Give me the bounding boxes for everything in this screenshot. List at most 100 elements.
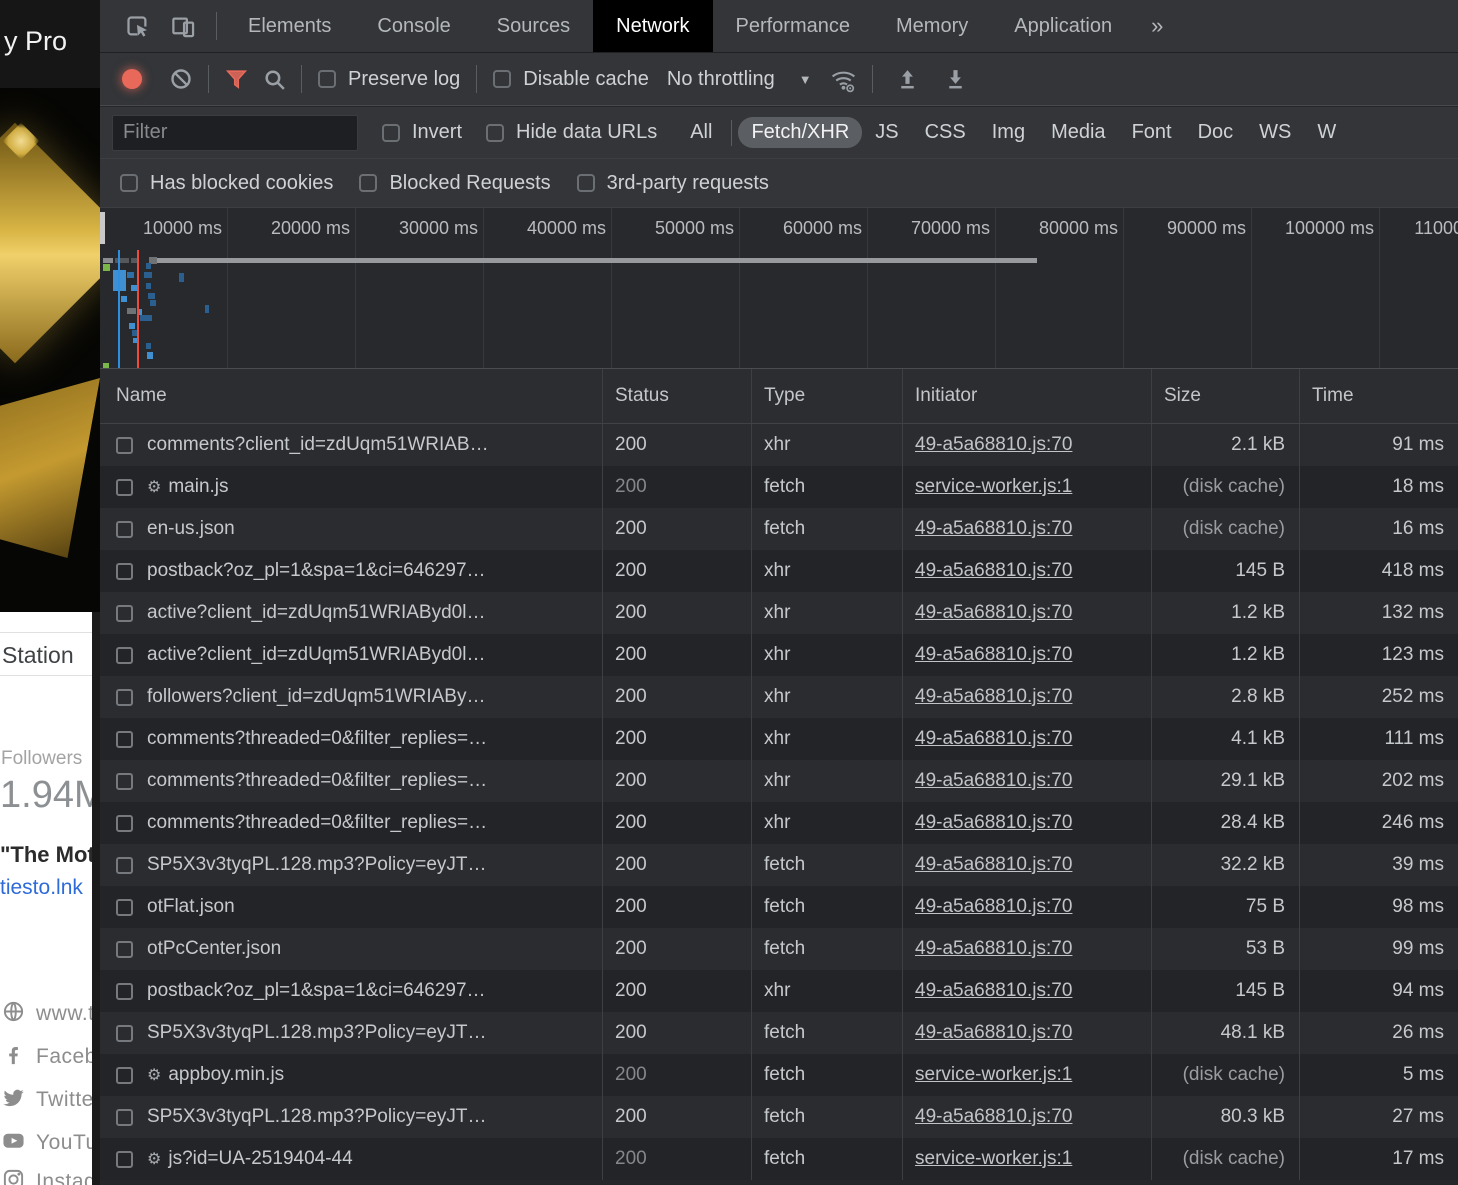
row-checkbox[interactable] bbox=[116, 731, 133, 748]
clear-icon[interactable] bbox=[162, 60, 200, 98]
disable-cache-checkbox[interactable] bbox=[493, 70, 511, 88]
search-icon[interactable] bbox=[255, 60, 293, 98]
table-row[interactable]: SP5X3v3tyqPL.128.mp3?Policy=eyJT…200fetc… bbox=[100, 1096, 1458, 1138]
row-checkbox[interactable] bbox=[116, 899, 133, 916]
overview-drag-handle[interactable] bbox=[100, 212, 105, 244]
filter-pill-ws[interactable]: WS bbox=[1246, 117, 1304, 148]
column-header-size[interactable]: Size bbox=[1152, 369, 1300, 423]
social-link-facebook[interactable]: Faceb bbox=[2, 1043, 92, 1071]
social-link-youtube[interactable]: YouTu bbox=[2, 1129, 92, 1157]
initiator-link[interactable]: 49-a5a68810.js:70 bbox=[915, 770, 1072, 792]
preserve-log-checkbox[interactable] bbox=[318, 70, 336, 88]
table-row[interactable]: followers?client_id=zdUqm51WRIABy…200xhr… bbox=[100, 676, 1458, 718]
bio-link[interactable]: tiesto.lnk bbox=[0, 876, 83, 900]
filter-pill-img[interactable]: Img bbox=[979, 117, 1038, 148]
initiator-link[interactable]: 49-a5a68810.js:70 bbox=[915, 812, 1072, 834]
has-blocked-cookies-checkbox[interactable] bbox=[120, 174, 138, 192]
table-row[interactable]: ⚙appboy.min.js200fetchservice-worker.js:… bbox=[100, 1054, 1458, 1096]
hide-data-urls-checkbox[interactable] bbox=[486, 124, 504, 142]
table-row[interactable]: ⚙js?id=UA-2519404-44200fetchservice-work… bbox=[100, 1138, 1458, 1180]
filter-pill-font[interactable]: Font bbox=[1119, 117, 1185, 148]
throttling-select[interactable]: No throttling ▼ bbox=[667, 68, 812, 91]
tab-performance[interactable]: Performance bbox=[713, 0, 874, 52]
column-header-status[interactable]: Status bbox=[603, 369, 752, 423]
initiator-link[interactable]: service-worker.js:1 bbox=[915, 1064, 1072, 1086]
station-tab[interactable]: Station bbox=[0, 632, 92, 676]
table-row[interactable]: postback?oz_pl=1&spa=1&ci=646297…200xhr4… bbox=[100, 970, 1458, 1012]
inspect-element-icon[interactable] bbox=[118, 7, 156, 45]
initiator-link[interactable]: 49-a5a68810.js:70 bbox=[915, 1022, 1072, 1044]
more-tabs-button[interactable]: » bbox=[1135, 0, 1179, 52]
column-header-initiator[interactable]: Initiator bbox=[903, 369, 1152, 423]
table-row[interactable]: otPcCenter.json200fetch49-a5a68810.js:70… bbox=[100, 928, 1458, 970]
blocked-requests-checkbox[interactable] bbox=[359, 174, 377, 192]
row-checkbox[interactable] bbox=[116, 773, 133, 790]
table-row[interactable]: SP5X3v3tyqPL.128.mp3?Policy=eyJT…200fetc… bbox=[100, 844, 1458, 886]
table-row[interactable]: comments?client_id=zdUqm51WRIAB…200xhr49… bbox=[100, 424, 1458, 466]
table-row[interactable]: postback?oz_pl=1&spa=1&ci=646297…200xhr4… bbox=[100, 550, 1458, 592]
device-toolbar-icon[interactable] bbox=[164, 7, 202, 45]
initiator-link[interactable]: 49-a5a68810.js:70 bbox=[915, 644, 1072, 666]
initiator-link[interactable]: 49-a5a68810.js:70 bbox=[915, 434, 1072, 456]
filter-pill-media[interactable]: Media bbox=[1038, 117, 1118, 148]
tab-console[interactable]: Console bbox=[354, 0, 473, 52]
3rd-party-requests-checkbox[interactable] bbox=[577, 174, 595, 192]
column-header-name[interactable]: Name bbox=[100, 369, 603, 423]
row-checkbox[interactable] bbox=[116, 1151, 133, 1168]
table-row[interactable]: comments?threaded=0&filter_replies=…200x… bbox=[100, 718, 1458, 760]
table-row[interactable]: SP5X3v3tyqPL.128.mp3?Policy=eyJT…200fetc… bbox=[100, 1012, 1458, 1054]
network-overview-timeline[interactable]: 10000 ms20000 ms30000 ms40000 ms50000 ms… bbox=[100, 208, 1458, 368]
tab-network[interactable]: Network bbox=[593, 0, 712, 52]
filter-pill-doc[interactable]: Doc bbox=[1185, 117, 1247, 148]
filter-pill-w[interactable]: W bbox=[1304, 117, 1349, 148]
row-checkbox[interactable] bbox=[116, 521, 133, 538]
tab-application[interactable]: Application bbox=[991, 0, 1135, 52]
table-row[interactable]: comments?threaded=0&filter_replies=…200x… bbox=[100, 802, 1458, 844]
tab-memory[interactable]: Memory bbox=[873, 0, 991, 52]
initiator-link[interactable]: 49-a5a68810.js:70 bbox=[915, 602, 1072, 624]
table-row[interactable]: otFlat.json200fetch49-a5a68810.js:7075 B… bbox=[100, 886, 1458, 928]
initiator-link[interactable]: 49-a5a68810.js:70 bbox=[915, 854, 1072, 876]
invert-checkbox[interactable] bbox=[382, 124, 400, 142]
initiator-link[interactable]: service-worker.js:1 bbox=[915, 1148, 1072, 1170]
filter-icon[interactable] bbox=[217, 60, 255, 98]
row-checkbox[interactable] bbox=[116, 1067, 133, 1084]
initiator-link[interactable]: service-worker.js:1 bbox=[915, 476, 1072, 498]
initiator-link[interactable]: 49-a5a68810.js:70 bbox=[915, 896, 1072, 918]
row-checkbox[interactable] bbox=[116, 815, 133, 832]
initiator-link[interactable]: 49-a5a68810.js:70 bbox=[915, 728, 1072, 750]
table-row[interactable]: en-us.json200fetch49-a5a68810.js:70(disk… bbox=[100, 508, 1458, 550]
filter-input[interactable] bbox=[112, 115, 358, 151]
initiator-link[interactable]: 49-a5a68810.js:70 bbox=[915, 560, 1072, 582]
row-checkbox[interactable] bbox=[116, 941, 133, 958]
social-link-globe[interactable]: www.t bbox=[2, 1000, 92, 1028]
row-checkbox[interactable] bbox=[116, 983, 133, 1000]
row-checkbox[interactable] bbox=[116, 563, 133, 580]
column-header-time[interactable]: Time bbox=[1300, 369, 1458, 423]
row-checkbox[interactable] bbox=[116, 1025, 133, 1042]
row-checkbox[interactable] bbox=[116, 647, 133, 664]
network-conditions-icon[interactable] bbox=[826, 60, 864, 98]
row-checkbox[interactable] bbox=[116, 857, 133, 874]
filter-pill-css[interactable]: CSS bbox=[912, 117, 979, 148]
table-row[interactable]: active?client_id=zdUqm51WRIAByd0l…200xhr… bbox=[100, 592, 1458, 634]
initiator-link[interactable]: 49-a5a68810.js:70 bbox=[915, 938, 1072, 960]
initiator-link[interactable]: 49-a5a68810.js:70 bbox=[915, 686, 1072, 708]
social-link-twitter[interactable]: Twitte bbox=[2, 1086, 92, 1114]
row-checkbox[interactable] bbox=[116, 1109, 133, 1126]
row-checkbox[interactable] bbox=[116, 605, 133, 622]
initiator-link[interactable]: 49-a5a68810.js:70 bbox=[915, 980, 1072, 1002]
import-har-icon[interactable] bbox=[889, 60, 927, 98]
filter-pill-all[interactable]: All bbox=[677, 117, 725, 148]
column-header-type[interactable]: Type bbox=[752, 369, 903, 423]
table-row[interactable]: comments?threaded=0&filter_replies=…200x… bbox=[100, 760, 1458, 802]
social-link-instagram[interactable]: Instag bbox=[2, 1168, 92, 1185]
initiator-link[interactable]: 49-a5a68810.js:70 bbox=[915, 1106, 1072, 1128]
filter-pill-js[interactable]: JS bbox=[862, 117, 911, 148]
export-har-icon[interactable] bbox=[937, 60, 975, 98]
row-checkbox[interactable] bbox=[116, 689, 133, 706]
record-button[interactable] bbox=[122, 69, 142, 89]
filter-pill-fetch-xhr[interactable]: Fetch/XHR bbox=[738, 117, 862, 148]
initiator-link[interactable]: 49-a5a68810.js:70 bbox=[915, 518, 1072, 540]
row-checkbox[interactable] bbox=[116, 437, 133, 454]
